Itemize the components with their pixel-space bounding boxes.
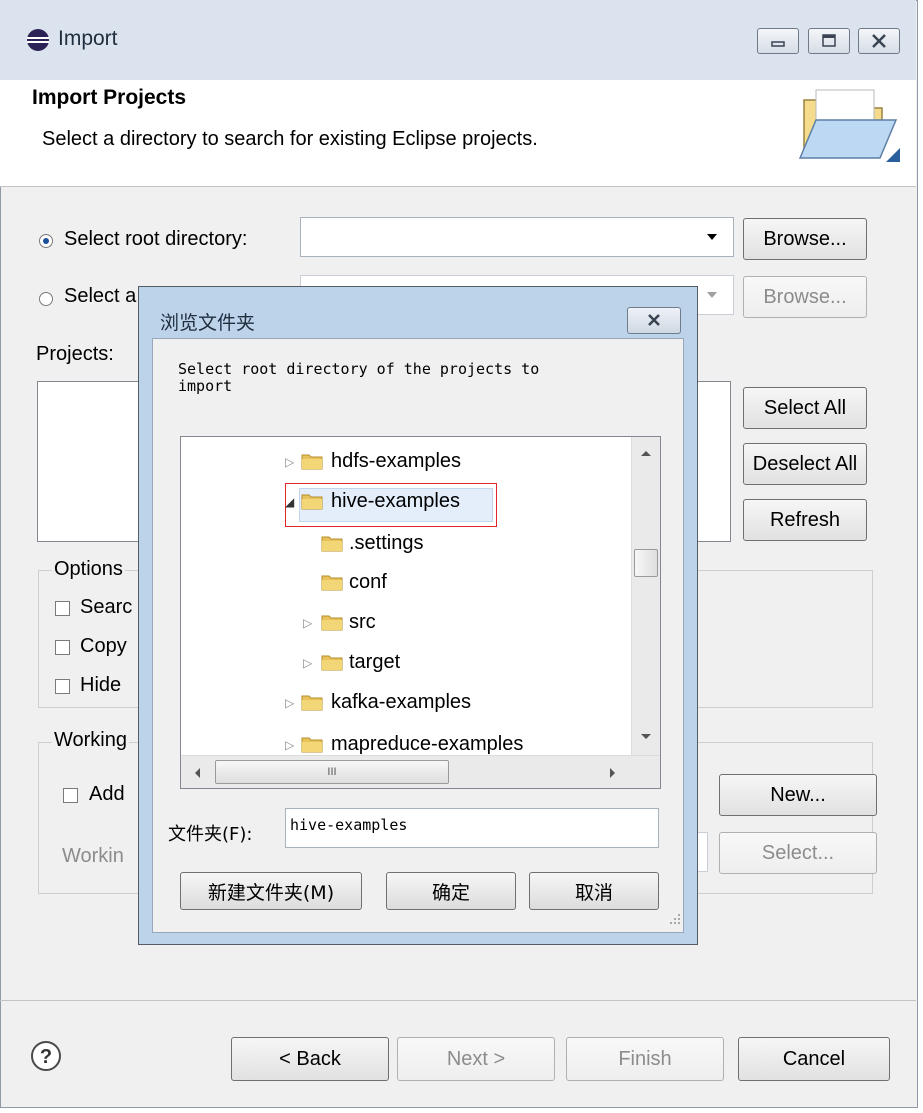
deselect-all-button[interactable]: Deselect All bbox=[743, 443, 867, 485]
help-icon[interactable]: ? bbox=[30, 1040, 62, 1072]
svg-text:?: ? bbox=[40, 1046, 52, 1068]
close-icon bbox=[648, 314, 660, 326]
search-nested-checkbox[interactable] bbox=[55, 601, 70, 616]
add-to-working-sets-checkbox[interactable] bbox=[63, 788, 78, 803]
tree-node-label: .settings bbox=[349, 532, 424, 554]
folder-icon bbox=[321, 615, 343, 631]
new-working-set-button[interactable]: New... bbox=[719, 774, 877, 816]
folder-icon bbox=[301, 695, 323, 711]
dialog-cancel-button[interactable]: 取消 bbox=[529, 872, 659, 910]
dropdown-arrow-icon bbox=[707, 292, 717, 298]
tree-node-label: hdfs-examples bbox=[331, 450, 462, 472]
back-button[interactable]: < Back bbox=[231, 1037, 389, 1081]
archive-file-radio[interactable] bbox=[39, 292, 53, 306]
folder-icon bbox=[301, 737, 323, 753]
folder-icon bbox=[321, 655, 343, 671]
folder-name-input[interactable]: hive-examples bbox=[285, 808, 659, 848]
select-working-set-button[interactable]: Select... bbox=[719, 832, 877, 874]
next-button[interactable]: Next > bbox=[397, 1037, 555, 1081]
page-title: Import Projects bbox=[32, 86, 187, 109]
browse-root-button[interactable]: Browse... bbox=[743, 218, 867, 260]
dialog-title: 浏览文件夹 bbox=[160, 312, 256, 334]
refresh-button[interactable]: Refresh bbox=[743, 499, 867, 541]
folder-tree[interactable]: ▷ hdfs-examples ◢ hive-examples .setting… bbox=[180, 436, 661, 789]
copy-projects-checkbox[interactable] bbox=[55, 640, 70, 655]
resize-grip-icon[interactable] bbox=[668, 912, 682, 926]
instruction-line-2: import bbox=[178, 377, 233, 395]
collapse-arrow-icon[interactable]: ◢ bbox=[285, 495, 294, 509]
open-folder-icon bbox=[798, 89, 900, 162]
minimize-icon bbox=[771, 41, 785, 47]
eclipse-icon bbox=[27, 29, 49, 51]
dialog-instruction: Select root directory of the projects to… bbox=[178, 361, 539, 395]
working-sets-label: Workin bbox=[62, 845, 124, 867]
footer-divider bbox=[0, 1000, 916, 1001]
hide-projects-checkbox[interactable] bbox=[55, 679, 70, 694]
ok-button[interactable]: 确定 bbox=[386, 872, 516, 910]
search-nested-label: Searc bbox=[80, 596, 133, 618]
new-folder-button[interactable]: 新建文件夹(M) bbox=[180, 872, 362, 910]
page-description: Select a directory to search for existin… bbox=[42, 128, 538, 150]
tree-node-label: conf bbox=[349, 571, 387, 593]
horizontal-scroll-thumb[interactable]: III bbox=[215, 760, 449, 784]
expand-arrow-icon[interactable]: ▷ bbox=[303, 656, 312, 670]
add-to-working-sets-label: Add bbox=[89, 783, 125, 805]
scroll-right-arrow-icon[interactable] bbox=[609, 767, 617, 779]
cancel-button[interactable]: Cancel bbox=[738, 1037, 890, 1081]
root-directory-radio[interactable] bbox=[39, 234, 53, 248]
horizontal-scrollbar[interactable]: III bbox=[181, 755, 660, 788]
folder-icon bbox=[301, 454, 323, 470]
scroll-down-arrow-icon[interactable] bbox=[640, 733, 652, 741]
dialog-close-button[interactable] bbox=[627, 307, 681, 334]
tree-node-label: mapreduce-examples bbox=[331, 733, 524, 755]
maximize-button[interactable] bbox=[808, 28, 850, 54]
root-directory-label: Select root directory: bbox=[64, 228, 248, 250]
folder-field-label: 文件夹(F): bbox=[168, 824, 253, 845]
expand-arrow-icon[interactable]: ▷ bbox=[285, 738, 294, 752]
expand-arrow-icon[interactable]: ▷ bbox=[285, 455, 294, 469]
copy-projects-label: Copy bbox=[80, 635, 127, 657]
close-window-button[interactable] bbox=[858, 28, 900, 54]
minimize-button[interactable] bbox=[757, 28, 799, 54]
browse-archive-button[interactable]: Browse... bbox=[743, 276, 867, 318]
window-title: Import bbox=[58, 27, 118, 50]
vertical-scroll-thumb[interactable] bbox=[634, 549, 658, 577]
finish-button[interactable]: Finish bbox=[566, 1037, 724, 1081]
folder-icon bbox=[301, 494, 323, 510]
archive-file-label: Select a bbox=[64, 285, 137, 307]
tree-node-label: hive-examples bbox=[331, 490, 460, 512]
tree-node-label: target bbox=[349, 651, 401, 673]
instruction-line-1: Select root directory of the projects to bbox=[178, 360, 540, 378]
projects-label: Projects: bbox=[36, 343, 114, 365]
working-sets-legend: Working bbox=[52, 729, 129, 752]
root-directory-combo[interactable] bbox=[300, 217, 734, 257]
expand-arrow-icon[interactable]: ▷ bbox=[303, 616, 312, 630]
options-legend: Options bbox=[52, 558, 125, 581]
expand-arrow-icon[interactable]: ▷ bbox=[285, 696, 294, 710]
scroll-up-arrow-icon[interactable] bbox=[640, 449, 652, 457]
tree-node-label: kafka-examples bbox=[331, 691, 472, 713]
folder-icon bbox=[321, 536, 343, 552]
maximize-icon bbox=[822, 34, 836, 47]
vertical-scrollbar[interactable] bbox=[631, 437, 660, 755]
dropdown-arrow-icon bbox=[707, 234, 717, 240]
folder-name-value: hive-examples bbox=[290, 816, 408, 834]
tree-node-label: src bbox=[349, 611, 376, 633]
folder-icon bbox=[321, 575, 343, 591]
close-icon bbox=[872, 34, 886, 48]
select-all-button[interactable]: Select All bbox=[743, 387, 867, 429]
scroll-left-arrow-icon[interactable] bbox=[193, 767, 201, 779]
hide-projects-label: Hide bbox=[80, 674, 122, 696]
